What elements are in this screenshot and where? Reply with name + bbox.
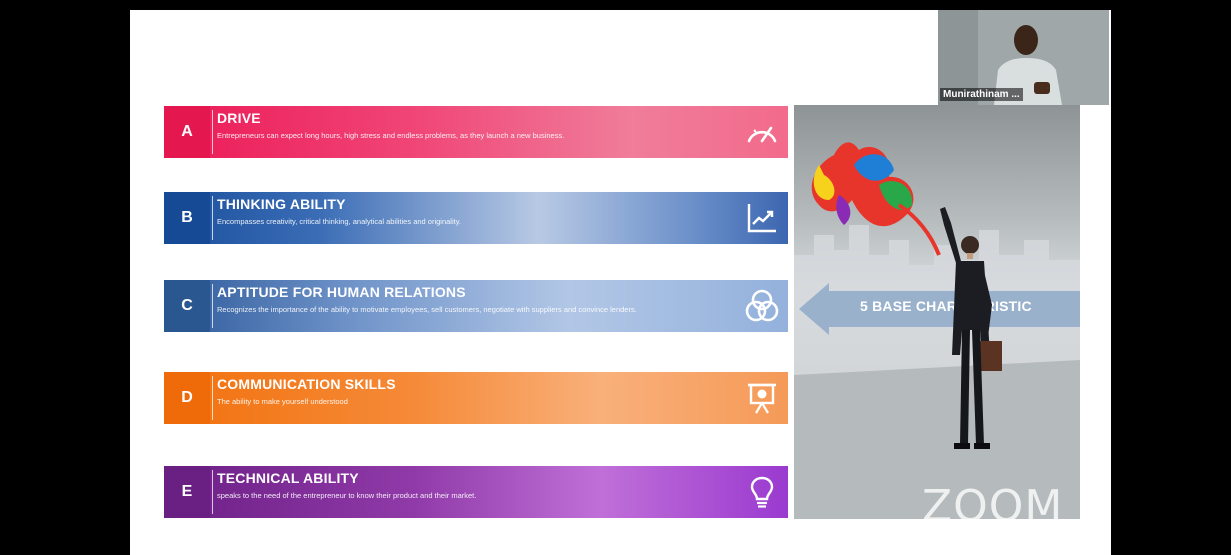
- row-letter: E: [164, 466, 210, 518]
- overlapping-circles-icon: [745, 289, 779, 322]
- characteristic-row-thinking-ability: B THINKING ABILITY Encompasses creativit…: [164, 192, 788, 244]
- characteristic-row-communication-skills: D COMMUNICATION SKILLS The ability to ma…: [164, 372, 788, 424]
- row-divider: [212, 376, 213, 420]
- row-description: Encompasses creativity, critical thinkin…: [217, 217, 461, 226]
- characteristic-row-human-relations: C APTITUDE FOR HUMAN RELATIONS Recognize…: [164, 280, 788, 332]
- row-description: The ability to make yourself understood: [217, 397, 348, 406]
- row-description: Recognizes the importance of the ability…: [217, 305, 637, 314]
- row-letter: B: [164, 192, 210, 244]
- speedometer-icon: [747, 126, 777, 143]
- lightbulb-icon: [750, 476, 774, 508]
- row-letter: C: [164, 280, 210, 332]
- row-divider: [212, 470, 213, 514]
- presentation-board-icon: [748, 383, 776, 414]
- row-title: COMMUNICATION SKILLS: [217, 376, 396, 392]
- row-letter: A: [164, 106, 210, 158]
- participant-name-label: Munirathinam ...: [940, 88, 1023, 101]
- zoom-watermark: ZOOM: [922, 481, 1064, 519]
- characteristic-row-drive: A DRIVE Entrepreneurs can expect long ho…: [164, 106, 788, 158]
- row-divider: [212, 196, 213, 240]
- businessman-painting-image: 5 BASE CHARATERISTIC ZOOM: [794, 105, 1080, 519]
- row-description: speaks to the need of the entrepreneur t…: [217, 491, 477, 500]
- row-title: THINKING ABILITY: [217, 196, 346, 212]
- row-divider: [212, 110, 213, 154]
- businessman-figure: [940, 207, 1002, 449]
- participant-video-tile[interactable]: Munirathinam ...: [938, 10, 1109, 105]
- trend-chart-icon: [747, 204, 776, 233]
- row-title: DRIVE: [217, 110, 261, 126]
- row-letter: D: [164, 372, 210, 424]
- row-divider: [212, 284, 213, 328]
- characteristic-row-technical-ability: E TECHNICAL ABILITY speaks to the need o…: [164, 466, 788, 518]
- row-title: APTITUDE FOR HUMAN RELATIONS: [217, 284, 466, 300]
- row-description: Entrepreneurs can expect long hours, hig…: [217, 131, 565, 140]
- row-title: TECHNICAL ABILITY: [217, 470, 359, 486]
